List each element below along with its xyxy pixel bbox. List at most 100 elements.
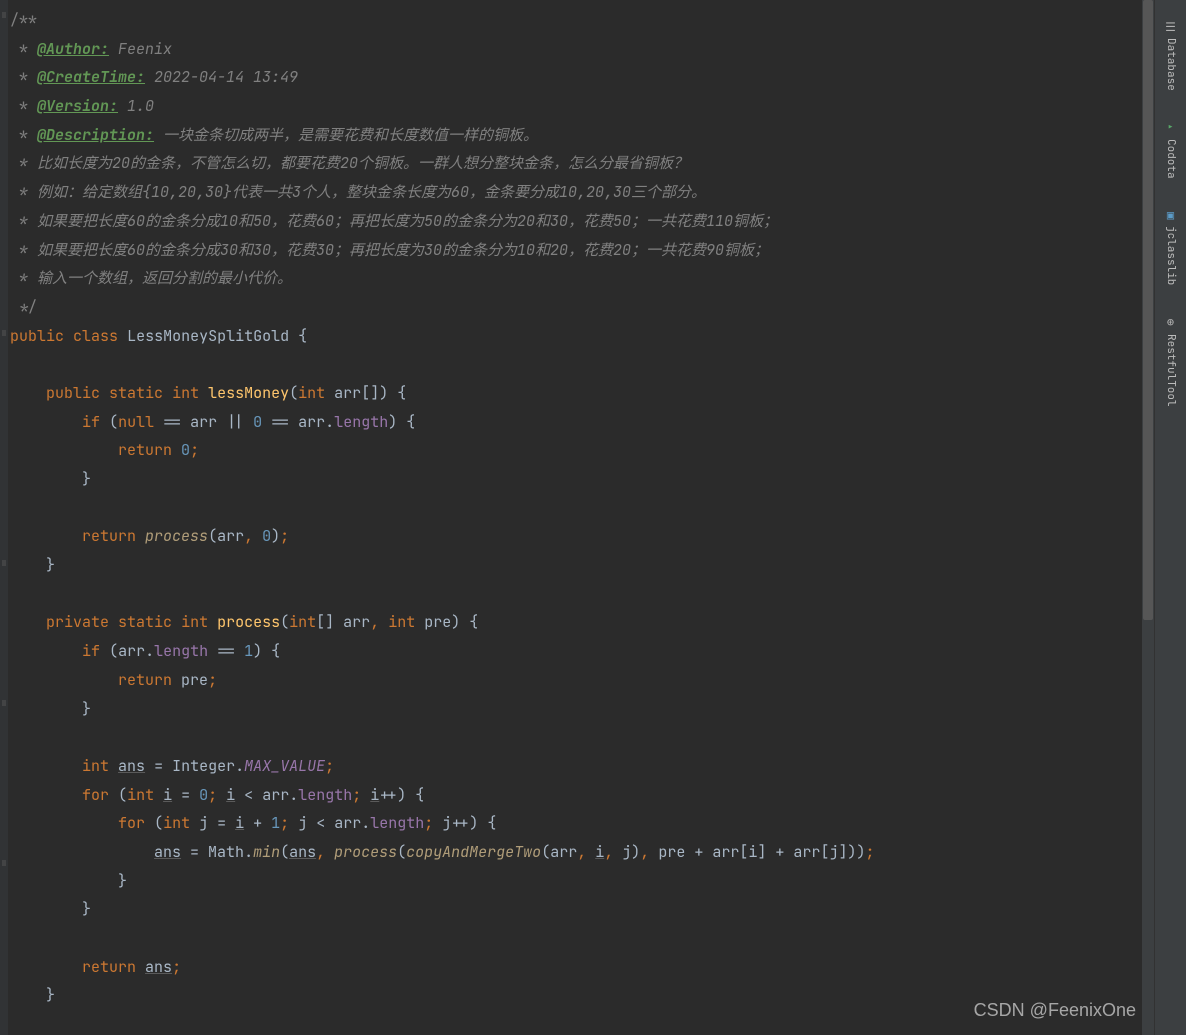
- jclasslib-icon: ▣: [1164, 208, 1178, 222]
- type-int: int: [181, 612, 208, 632]
- type-int: int: [388, 612, 415, 632]
- number: 0: [199, 785, 208, 805]
- field-length: length: [298, 785, 352, 805]
- field-length: length: [370, 813, 424, 833]
- keyword-null: null: [118, 412, 154, 432]
- var-ans: ans: [154, 842, 181, 862]
- field-length: length: [334, 412, 388, 432]
- var-j: j: [298, 813, 307, 833]
- method-min: min: [253, 842, 280, 862]
- type-int: int: [289, 612, 316, 632]
- class-integer: Integer: [172, 756, 235, 776]
- keyword-for: for: [118, 813, 145, 833]
- doc-close: */: [10, 297, 37, 317]
- var-arr: arr: [262, 785, 289, 805]
- method-process-call: process: [334, 842, 397, 862]
- var-ans: ans: [118, 756, 145, 776]
- keyword-return: return: [118, 670, 172, 690]
- method-lessmoney: lessMoney: [208, 383, 289, 403]
- fold-marker[interactable]: [2, 560, 6, 566]
- keyword-public: public: [10, 326, 64, 346]
- keyword-return: return: [82, 526, 136, 546]
- keyword-class: class: [73, 326, 118, 346]
- var-i: i: [226, 785, 235, 805]
- type-int: int: [82, 756, 109, 776]
- database-icon: ☰: [1164, 20, 1178, 34]
- jclasslib-tool[interactable]: ▣ jclasslib: [1160, 208, 1181, 285]
- fold-marker[interactable]: [2, 12, 6, 18]
- version-value: 1.0: [118, 96, 154, 116]
- number: 0: [181, 440, 190, 460]
- right-toolbar: ☰ Database ▸ Codota ▣ jclasslib ⊕ Restfu…: [1154, 0, 1186, 1035]
- number: 1: [271, 813, 280, 833]
- var-j: j: [442, 813, 451, 833]
- var-i: i: [235, 813, 244, 833]
- scrollbar[interactable]: [1142, 0, 1154, 1035]
- keyword-return: return: [118, 440, 172, 460]
- keyword-if: if: [82, 412, 100, 432]
- codota-label: Codota: [1160, 139, 1181, 179]
- const-maxvalue: MAX_VALUE: [244, 756, 325, 776]
- number: 1: [244, 641, 253, 661]
- editor-container: /** * @Author: Feenix * @CreateTime: 202…: [0, 0, 1186, 1035]
- keyword-static: static: [118, 612, 172, 632]
- keyword-for: for: [82, 785, 109, 805]
- doc-line: * 如果要把长度60的金条分成10和50，花费60；再把长度为50的金条分为20…: [10, 211, 778, 231]
- var-ans: ans: [289, 842, 316, 862]
- jclasslib-label: jclasslib: [1160, 226, 1181, 285]
- param-arr: arr: [334, 383, 361, 403]
- code-editor[interactable]: /** * @Author: Feenix * @CreateTime: 202…: [8, 0, 1154, 1035]
- restfultool-label: RestfulTool: [1160, 334, 1181, 407]
- keyword-static: static: [109, 383, 163, 403]
- var-i: i: [595, 842, 604, 862]
- scrollbar-thumb[interactable]: [1143, 0, 1153, 620]
- author-value: Feenix: [109, 39, 172, 59]
- var-arr: arr: [712, 842, 739, 862]
- var-arr: arr: [793, 842, 820, 862]
- var-arr: arr: [118, 641, 145, 661]
- method-process: process: [217, 612, 280, 632]
- var-arr: arr: [334, 813, 361, 833]
- number: 0: [262, 526, 271, 546]
- keyword-return: return: [82, 957, 136, 977]
- doc-line: * 输入一个数组，返回分割的最小代价。: [10, 268, 292, 288]
- var-arr: arr: [217, 526, 244, 546]
- field-length: length: [154, 641, 208, 661]
- codota-icon: ▸: [1164, 121, 1178, 135]
- fold-marker[interactable]: [2, 330, 6, 336]
- doc-line: * 例如：给定数组{10,20,30}代表一共3个人，整块金条长度为60，金条要…: [10, 182, 706, 202]
- restfultool-icon: ⊕: [1164, 316, 1178, 330]
- var-i: i: [370, 785, 379, 805]
- database-label: Database: [1160, 38, 1181, 91]
- gutter: [0, 0, 8, 1035]
- watermark: CSDN @FeenixOne: [974, 993, 1136, 1027]
- description-value: 一块金条切成两半，是需要花费和长度数值一样的铜板。: [154, 125, 538, 145]
- var-arr: arr: [190, 412, 217, 432]
- keyword-private: private: [46, 612, 109, 632]
- var-arr: arr: [298, 412, 325, 432]
- keyword-public: public: [46, 383, 100, 403]
- doc-line: * 比如长度为20的金条，不管怎么切，都要花费20个铜板。一群人想分整块金条，怎…: [10, 153, 688, 173]
- var-pre: pre: [181, 670, 208, 690]
- type-int: int: [163, 813, 190, 833]
- createtime-tag: @CreateTime:: [37, 67, 145, 87]
- method-copyandmergetwo: copyAndMergeTwo: [406, 842, 541, 862]
- number: 0: [253, 412, 262, 432]
- class-math: Math: [208, 842, 244, 862]
- var-arr: arr: [550, 842, 577, 862]
- type-int: int: [172, 383, 199, 403]
- restfultool-tool[interactable]: ⊕ RestfulTool: [1160, 316, 1181, 407]
- database-tool[interactable]: ☰ Database: [1160, 20, 1181, 91]
- type-int: int: [127, 785, 154, 805]
- doc-open: /**: [10, 10, 37, 30]
- class-name: LessMoneySplitGold: [127, 326, 289, 346]
- fold-marker[interactable]: [2, 860, 6, 866]
- var-j: j: [622, 842, 631, 862]
- fold-marker[interactable]: [2, 700, 6, 706]
- version-tag: @Version:: [37, 96, 118, 116]
- type-int: int: [298, 383, 325, 403]
- var-i: i: [163, 785, 172, 805]
- codota-tool[interactable]: ▸ Codota: [1160, 121, 1181, 179]
- var-ans: ans: [145, 957, 172, 977]
- description-tag: @Description:: [37, 125, 154, 145]
